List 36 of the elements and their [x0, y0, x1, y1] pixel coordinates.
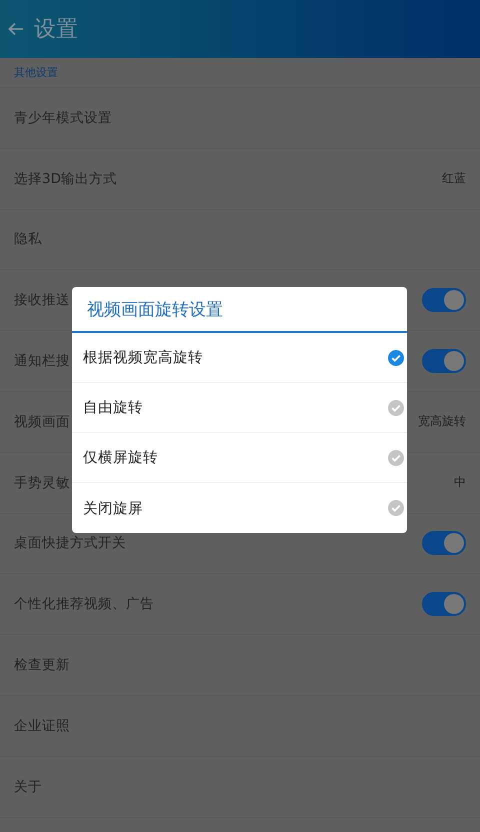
toggle-switch[interactable] [422, 592, 466, 616]
row-label: 企业证照 [14, 716, 70, 735]
toggle-switch[interactable] [422, 349, 466, 374]
toggle-switch[interactable] [422, 531, 466, 556]
row-value: 中 [454, 474, 466, 492]
option-label: 仅横屏旋转 [83, 449, 158, 467]
row-value: 红蓝 [442, 170, 466, 188]
settings-row[interactable]: 检查更新 [0, 635, 480, 696]
row-label: 检查更新 [14, 656, 70, 674]
page-title: 设置 [34, 16, 78, 44]
settings-row[interactable]: 个性化推荐视频、广告 [0, 574, 480, 636]
settings-row[interactable]: 关于 [0, 756, 480, 818]
row-label: 选择3D输出方式 [14, 170, 117, 188]
row-label: 手势灵敏 [14, 474, 70, 492]
row-value: 宽高旋转 [418, 413, 466, 430]
settings-row[interactable]: 企业证照 [0, 696, 480, 757]
settings-row[interactable]: 青少年模式设置 [0, 88, 480, 149]
row-label: 青少年模式设置 [14, 108, 112, 127]
row-label: 桌面快捷方式开关 [14, 534, 126, 552]
settings-row[interactable]: 隐私 [0, 210, 480, 270]
settings-row[interactable]: 选择3D输出方式 红蓝 [0, 148, 480, 210]
option-label: 根据视频宽高旋转 [83, 348, 203, 367]
option-label: 自由旋转 [83, 399, 143, 417]
row-label: 隐私 [14, 230, 42, 248]
dialog-title: 视频画面旋转设置 [72, 287, 407, 333]
row-label: 接收推送 [14, 291, 70, 310]
row-label: 通知栏搜 [14, 352, 70, 370]
back-arrow-icon[interactable] [8, 22, 24, 36]
rotation-option[interactable]: 根据视频宽高旋转 [72, 333, 407, 383]
section-header: 其他设置 [0, 58, 480, 88]
rotation-option[interactable]: 自由旋转 [72, 383, 407, 433]
row-label: 关于 [14, 778, 42, 796]
toggle-switch[interactable] [422, 288, 466, 312]
rotation-option[interactable]: 仅横屏旋转 [72, 433, 407, 483]
row-label: 个性化推荐视频、广告 [14, 595, 154, 614]
row-label: 视频画面 [14, 412, 70, 431]
